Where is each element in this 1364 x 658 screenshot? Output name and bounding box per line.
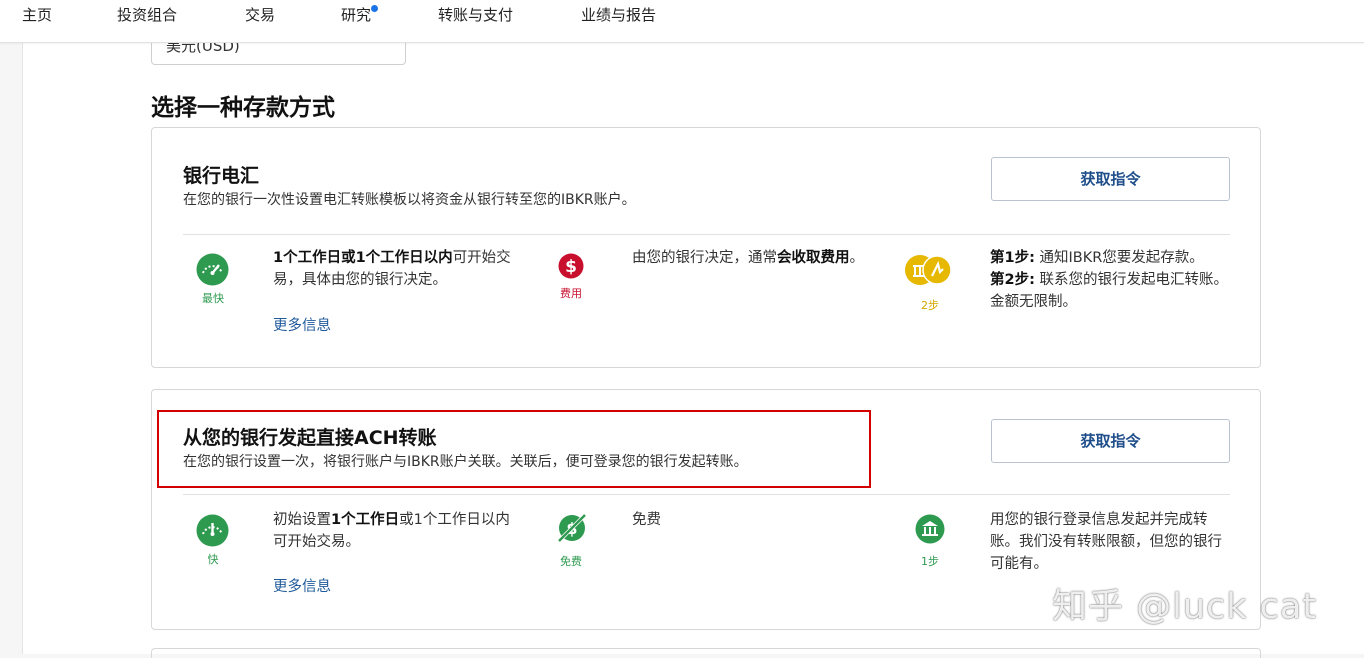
nav-research[interactable]: 研究 bbox=[341, 4, 379, 25]
notification-dot-icon bbox=[371, 5, 379, 12]
steps-text: 用您的银行登录信息发起并完成转账。我们没有转账限额，但您的银行可能有。 bbox=[990, 512, 1222, 572]
steps-caption: 2步 bbox=[921, 299, 939, 312]
speed-bold: 1个工作日 bbox=[331, 512, 400, 528]
get-instructions-button[interactable]: 获取指令 bbox=[991, 157, 1230, 201]
steps-text: 第1步: 通知IBKR您要发起存款。 第2步: 联系您的银行发起电汇转账。金额无限… bbox=[990, 247, 1230, 313]
step1-text: 通知IBKR您要发起存款。 bbox=[1034, 250, 1204, 266]
speedometer-icon bbox=[196, 514, 229, 547]
nav-portfolio[interactable]: 投资组合 bbox=[117, 4, 177, 25]
dollar-fee-icon: $ bbox=[558, 253, 584, 279]
two-steps-icon bbox=[905, 255, 952, 285]
nav-transfer-pay[interactable]: 转账与支付 bbox=[438, 4, 513, 25]
fee-text: 由您的银行决定，通常会收取费用。 bbox=[632, 247, 872, 269]
fee-text-part2: 。 bbox=[849, 250, 865, 266]
speed-bold: 1个工作日或1个工作日以内 bbox=[273, 250, 453, 266]
deposit-method-card-wire: 银行电汇 在您的银行一次性设置电汇转账模板以将资金从银行转至您的IBKR账户。 … bbox=[151, 127, 1261, 368]
fee-caption: 免费 bbox=[560, 555, 582, 568]
no-fee-icon: $ bbox=[557, 513, 587, 543]
more-info-link[interactable]: 更多信息 bbox=[273, 575, 331, 596]
divider bbox=[183, 494, 1230, 495]
fee-text-part1: 由您的银行决定，通常 bbox=[632, 250, 777, 266]
card-description: 在您的银行一次性设置电汇转账模板以将资金从银行转至您的IBKR账户。 bbox=[183, 192, 636, 208]
nav-home[interactable]: 主页 bbox=[22, 4, 52, 25]
fee-bold: 会收取费用 bbox=[777, 250, 850, 266]
divider bbox=[183, 234, 1230, 235]
steps-caption: 1步 bbox=[921, 555, 939, 568]
speed-text: 1个工作日或1个工作日以内可开始交易，具体由您的银行决定。 bbox=[273, 247, 523, 291]
bank-icon bbox=[915, 514, 945, 544]
top-navigation: 主页 投资组合 交易 研究 转账与支付 业绩与报告 bbox=[0, 0, 1364, 43]
more-info-link[interactable]: 更多信息 bbox=[273, 314, 331, 335]
card-title: 银行电汇 bbox=[183, 165, 260, 187]
speed-caption: 最快 bbox=[202, 292, 224, 305]
step2-label: 第2步: bbox=[990, 272, 1035, 288]
svg-text:$: $ bbox=[565, 257, 577, 277]
get-instructions-button[interactable]: 获取指令 bbox=[991, 419, 1230, 463]
watermark: 知乎 @luck cat bbox=[1052, 587, 1318, 627]
nav-research-label: 研究 bbox=[341, 6, 372, 24]
fee-text: 免费 bbox=[632, 512, 661, 528]
next-card-edge bbox=[151, 648, 1261, 658]
fee-caption: 费用 bbox=[560, 287, 582, 300]
speed-caption: 快 bbox=[207, 553, 219, 566]
highlight-annotation-box bbox=[157, 410, 871, 488]
speed-text-part0: 初始设置 bbox=[273, 512, 331, 528]
nav-performance-reports[interactable]: 业绩与报告 bbox=[581, 4, 656, 25]
speedometer-icon bbox=[196, 253, 229, 286]
speed-text: 初始设置1个工作日或1个工作日以内可开始交易。 bbox=[273, 509, 518, 553]
nav-trade[interactable]: 交易 bbox=[245, 4, 275, 25]
step1-label: 第1步: bbox=[990, 250, 1035, 266]
section-title: 选择一种存款方式 bbox=[151, 95, 335, 121]
